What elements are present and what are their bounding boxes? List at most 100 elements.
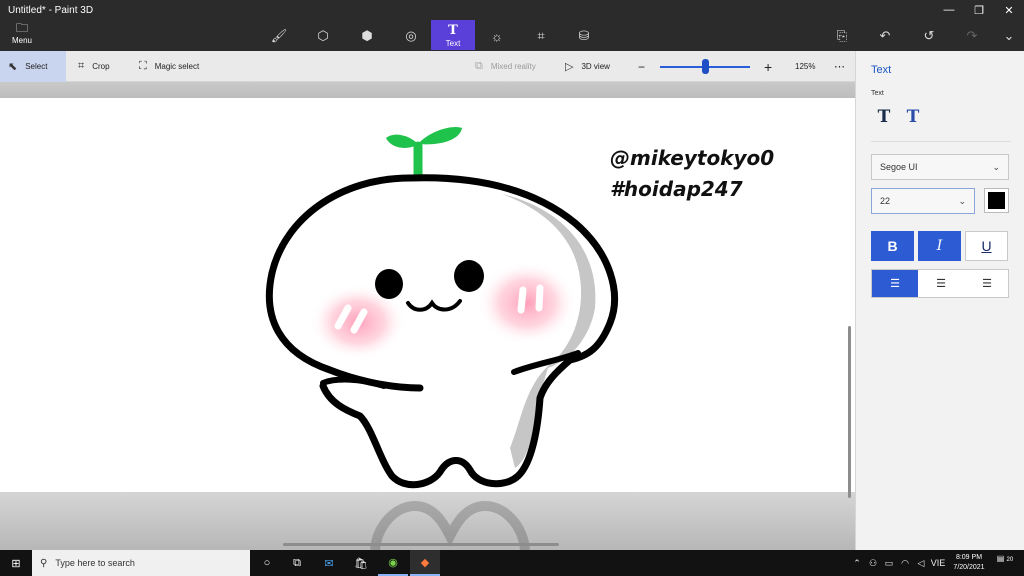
restore-button[interactable]: ❐ <box>964 0 994 20</box>
language-indicator[interactable]: VIE <box>930 550 946 576</box>
workspace: @mikeytokyo0 #hoidap247 <box>0 82 855 550</box>
2d-shapes-tool[interactable]: ⬡ <box>308 22 338 50</box>
alignment-group: ☰ ☰ ☰ <box>871 269 1009 298</box>
3d-shapes-tool[interactable]: ⬢ <box>352 22 382 50</box>
effects-tool[interactable]: ☼ <box>482 22 512 50</box>
magic-select-button[interactable]: ⛶ Magic select <box>131 51 207 82</box>
text-tool[interactable]: T Text <box>431 20 475 50</box>
undo-icon: ↶ <box>879 28 891 43</box>
crop-grid-icon: ⌗ <box>537 28 545 43</box>
canvas-text-line-2[interactable]: #hoidap247 <box>610 174 743 204</box>
zoom-out-button[interactable]: − <box>630 51 653 82</box>
crop-button[interactable]: ⌗ Crop <box>70 51 118 82</box>
chevron-down-icon: ⌄ <box>958 196 966 206</box>
store-app[interactable]: 🛍 <box>346 550 376 576</box>
canvas-tool[interactable]: ⌗ <box>526 22 556 50</box>
font-size-select[interactable]: 22 ⌄ <box>871 188 975 214</box>
zoom-slider-thumb[interactable] <box>702 59 709 74</box>
font-family-select[interactable]: Segoe UI ⌄ <box>871 154 1009 180</box>
show-hidden-icons[interactable]: ⌃ <box>850 550 864 576</box>
undo-button[interactable]: ↶ <box>871 24 899 48</box>
close-button[interactable]: ✕ <box>994 0 1024 20</box>
clock-date: 7/20/2021 <box>953 564 985 571</box>
canvas-text-line-1[interactable]: @mikeytokyo0 <box>610 143 774 173</box>
3d-view-button[interactable]: ▷ 3D view <box>557 51 618 82</box>
crop-label: Crop <box>92 62 110 71</box>
text-color-button[interactable] <box>984 188 1009 213</box>
italic-button[interactable]: I <box>918 231 961 261</box>
select-button[interactable]: ⬉ Select <box>0 51 66 82</box>
taskbar-clock[interactable]: 8:09 PM 7/20/2021 <box>945 553 993 573</box>
paint3d-app[interactable]: ◆ <box>410 550 440 576</box>
more-options-button[interactable]: ⋯ <box>826 51 853 82</box>
right-cheek-blush <box>477 261 577 345</box>
notification-center-button[interactable]: ▤ 20 <box>996 554 1014 572</box>
people-tray-icon[interactable]: ⚇ <box>866 550 880 576</box>
align-left-button[interactable]: ☰ <box>872 270 918 297</box>
3d-library-tool[interactable]: ⛁ <box>569 22 599 50</box>
windows-taskbar: ⊞ ⚲ Type here to search ○ ⧉ ✉ 🛍 ◉ ◆ ⌃ ⚇ … <box>0 550 1024 576</box>
task-view-button[interactable]: ⧉ <box>282 550 312 576</box>
minimize-button[interactable]: — <box>934 0 964 20</box>
sprout-left-leaf <box>386 134 418 148</box>
zoom-in-button[interactable]: + <box>756 51 780 82</box>
drawing-canvas[interactable]: @mikeytokyo0 #hoidap247 <box>0 98 855 492</box>
panel-title: Text <box>871 64 892 76</box>
battery-icon[interactable]: ▭ <box>882 550 896 576</box>
taskbar-search[interactable]: ⚲ Type here to search <box>32 550 250 576</box>
redo-button[interactable]: ↷ <box>958 24 986 48</box>
task-view-icon: ⧉ <box>293 556 301 569</box>
align-center-button[interactable]: ☰ <box>918 270 964 297</box>
start-button[interactable]: ⊞ <box>0 550 32 576</box>
search-placeholder: Type here to search <box>55 558 135 568</box>
magic-select-icon: ⛶ <box>139 60 147 72</box>
sticker-icon: ◎ <box>405 28 417 43</box>
store-icon: 🛍 <box>354 557 368 570</box>
paint3d-icon: ◆ <box>420 556 430 569</box>
3d-view-icon: ▷ <box>565 61 574 73</box>
2d-text-button[interactable]: T <box>873 106 895 128</box>
panel-subtitle: Text <box>871 90 884 97</box>
align-left-icon: ☰ <box>890 278 900 290</box>
paint3d-window: Untitled* - Paint 3D — ❐ ✕ 🗀 Menu 🖌 ⬡ ⬢ … <box>0 0 1024 550</box>
expand-button[interactable]: ⌄ <box>995 24 1023 48</box>
stickers-tool[interactable]: ◎ <box>396 22 426 50</box>
menu-label: Menu <box>11 36 32 45</box>
notification-icon: ▤ <box>996 554 1005 563</box>
menu-button[interactable]: 🗀 Menu <box>6 22 38 50</box>
crop-icon: ⌗ <box>78 60 85 72</box>
bold-button[interactable]: B <box>871 231 914 261</box>
wifi-icon[interactable]: ◠ <box>898 550 912 576</box>
redo-icon: ↷ <box>966 28 978 43</box>
paste-button[interactable]: ⎘ <box>828 24 856 48</box>
align-right-button[interactable]: ☰ <box>964 270 1010 297</box>
mixed-reality-icon: ⧉ <box>475 60 483 72</box>
3d-view-label: 3D view <box>581 62 610 71</box>
history-button[interactable]: ↺ <box>915 24 943 48</box>
3d-text-button[interactable]: T <box>902 106 924 128</box>
windows-logo-icon: ⊞ <box>11 557 21 570</box>
cursor-icon: ⬉ <box>8 61 18 73</box>
window-title: Untitled* - Paint 3D <box>8 5 94 16</box>
history-icon: ↺ <box>923 28 935 43</box>
underline-button[interactable]: U <box>965 231 1008 261</box>
color-swatch-fill <box>988 192 1005 209</box>
sun-icon: ☼ <box>491 28 503 44</box>
cortana-button[interactable]: ○ <box>252 550 282 576</box>
horizontal-scrollbar[interactable] <box>283 543 559 546</box>
mail-icon: ✉ <box>324 557 334 570</box>
brushes-tool[interactable]: 🖌 <box>264 22 294 50</box>
font-family-value: Segoe UI <box>880 162 918 172</box>
font-size-value: 22 <box>880 196 891 206</box>
ellipsis-icon: ⋯ <box>834 61 845 73</box>
mixed-reality-button[interactable]: ⧉ Mixed reality <box>467 51 544 82</box>
zoom-percentage[interactable]: 125% <box>787 51 823 82</box>
vertical-scrollbar[interactable] <box>848 326 851 498</box>
text-tool-icon: T <box>448 22 458 38</box>
volume-icon[interactable]: ◁ <box>914 550 928 576</box>
panel-divider <box>871 141 1011 142</box>
chrome-icon: ◉ <box>388 556 398 569</box>
chrome-app[interactable]: ◉ <box>378 550 408 576</box>
search-icon: ⚲ <box>40 557 48 569</box>
mail-app[interactable]: ✉ <box>314 550 344 576</box>
